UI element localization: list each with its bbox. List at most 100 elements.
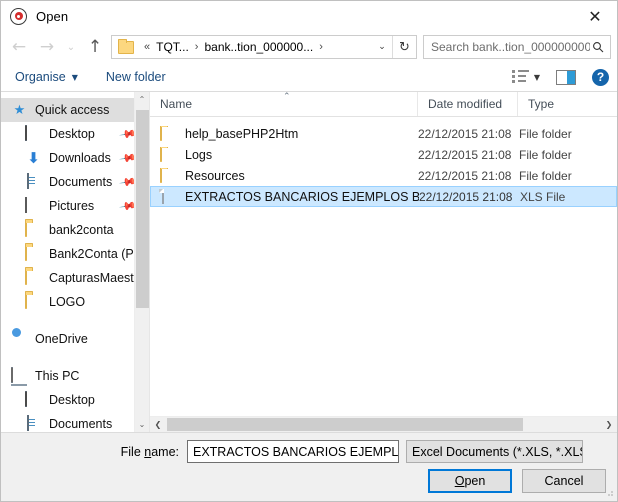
organise-label: Organise [15, 70, 66, 84]
download-icon-wrap: ⬇ [25, 149, 42, 167]
dialog-buttons: Open Cancel [1, 463, 617, 493]
folder-icon-wrap [160, 146, 177, 163]
recent-locations-icon[interactable]: ⌄ [61, 34, 81, 60]
sidebar-item-bank2conta-pla[interactable]: Bank2Conta (PLA [1, 242, 149, 266]
sidebar-item-capturasmaestro[interactable]: CapturasMaestro [1, 266, 149, 290]
file-date-cell: 22/12/2015 21:08 [419, 189, 513, 204]
folder-icon [160, 167, 162, 183]
filetype-dropdown[interactable]: Excel Documents (*.XLS, *.XLSX ⌄ [406, 440, 583, 463]
address-bar[interactable]: « TQT... › bank..tion_000000... › ⌄ ↻ [111, 35, 417, 59]
dialog-footer: File name: EXTRACTOS BANCARIOS EJEMPLOS … [1, 433, 617, 501]
help-icon[interactable]: ? [592, 68, 609, 86]
file-list-pane: Name Date modified Type ⌃ help_basePHP2H… [150, 92, 617, 432]
file-type-cell: File folder [519, 147, 572, 162]
file-list-hscrollbar[interactable]: ❮ ❯ [150, 416, 617, 432]
sidebar-item-label: Downloads [49, 151, 111, 165]
preview-pane-icon[interactable] [556, 69, 576, 85]
sidebar-scrollbar[interactable]: ⌃ ⌄ [134, 92, 149, 432]
organise-button[interactable]: Organise ▼ [15, 63, 78, 91]
folder-icon-wrap [160, 125, 177, 142]
table-row[interactable]: Resources 22/12/2015 21:08 File folder [150, 165, 617, 186]
forward-button[interactable]: → [33, 34, 61, 60]
sidebar-item-label: Pictures [49, 199, 95, 213]
file-type-cell: XLS File [520, 189, 566, 204]
sidebar-item-documents[interactable]: Documents [1, 412, 149, 432]
chevron-down-icon[interactable]: ▼ [534, 73, 540, 82]
breadcrumb-segment-2[interactable]: bank..tion_000000... [203, 36, 314, 58]
scroll-down-icon[interactable]: ⌄ [135, 417, 149, 432]
document-icon [27, 173, 29, 189]
sidebar-item-label: Desktop [49, 127, 95, 141]
table-row[interactable]: EXTRACTOS BANCARIOS EJEMPLOS Ban... 22/12… [150, 186, 617, 207]
sidebar-item-label: LOGO [49, 295, 86, 309]
sidebar-scroll-thumb[interactable] [136, 110, 149, 308]
file-rows: help_basePHP2Htm 22/12/2015 21:08 File fol… [150, 117, 617, 416]
sidebar-item-documents[interactable]: Documents 📌 [1, 170, 149, 194]
close-icon[interactable]: ✕ [573, 1, 617, 31]
download-icon: ⬇ [27, 149, 40, 167]
sidebar-item-logo[interactable]: LOGO [1, 290, 149, 314]
file-icon-wrap [160, 188, 177, 205]
cancel-button[interactable]: Cancel [522, 469, 606, 493]
document-icon-wrap [25, 173, 42, 190]
search-icon [590, 41, 606, 53]
filename-input[interactable]: EXTRACTOS BANCARIOS EJEMPLOS ⌄ [187, 440, 399, 463]
open-button[interactable]: Open [428, 469, 512, 493]
open-file-dialog: Open ✕ ← → ⌄ ↑ « TQT... › bank..tion_000… [0, 0, 618, 502]
table-row[interactable]: help_basePHP2Htm 22/12/2015 21:08 File fol… [150, 123, 617, 144]
hscroll-thumb[interactable] [167, 418, 523, 431]
folder-icon [160, 125, 162, 141]
sidebar-item-label: Documents [49, 417, 113, 431]
breadcrumb-overflow[interactable]: « [139, 36, 155, 58]
column-header-row: Name Date modified Type ⌃ [150, 92, 617, 117]
filename-label: File name: [120, 444, 179, 459]
folder-icon [25, 245, 27, 261]
column-header-type[interactable]: Type [518, 92, 617, 116]
sidebar-item-desktop[interactable]: Desktop [1, 388, 149, 412]
file-name-text: Logs [185, 147, 213, 162]
search-input[interactable]: Search bank..tion_0000000000... [423, 35, 611, 59]
refresh-icon[interactable]: ↻ [392, 36, 416, 58]
breadcrumb-separator-2[interactable]: › [314, 36, 328, 58]
chevron-down-icon[interactable]: ⌄ [372, 36, 392, 58]
folder-icon [160, 146, 162, 162]
sidebar-item-quick-access[interactable]: ★ Quick access [1, 98, 149, 122]
table-row[interactable]: Logs 22/12/2015 21:08 File folder [150, 144, 617, 165]
sidebar-item-downloads[interactable]: ⬇ Downloads 📌 [1, 146, 149, 170]
scroll-right-icon[interactable]: ❯ [601, 417, 617, 432]
view-layout-icon[interactable] [511, 69, 531, 85]
sidebar-item-label: CapturasMaestro [49, 271, 145, 285]
sidebar-item-bank2conta[interactable]: bank2conta [1, 218, 149, 242]
dialog-title: Open [36, 8, 69, 24]
folder-icon-wrap [25, 221, 42, 238]
sidebar-item-label: OneDrive [35, 332, 88, 346]
desktop-icon-wrap [25, 125, 42, 142]
breadcrumb-segment-1[interactable]: TQT... [155, 36, 190, 58]
scroll-up-icon[interactable]: ⌃ [135, 92, 149, 107]
pictures-icon-wrap [25, 197, 42, 214]
toolbar-right-group: ▼ ? [511, 68, 609, 86]
folder-icon [25, 293, 27, 309]
navigation-bar: ← → ⌄ ↑ « TQT... › bank..tion_000000... … [1, 31, 617, 63]
folder-icon [118, 38, 134, 54]
desktop-icon [25, 125, 27, 141]
folder-icon-wrap [25, 245, 42, 262]
sidebar-list: ★ Quick access Desktop 📌 ⬇ Downloads 📌 Document… [1, 92, 149, 432]
filetype-value: Excel Documents (*.XLS, *.XLSX [412, 444, 583, 459]
file-date-cell: 22/12/2015 21:08 [418, 126, 512, 141]
breadcrumb-separator-1[interactable]: › [190, 36, 204, 58]
up-button[interactable]: ↑ [81, 34, 109, 60]
sidebar-item-this-pc[interactable]: This PC [1, 364, 149, 388]
sidebar-item-onedrive[interactable]: OneDrive [1, 327, 149, 351]
search-placeholder: Search bank..tion_0000000000... [431, 40, 590, 54]
column-header-date[interactable]: Date modified [418, 92, 518, 116]
sidebar-item-pictures[interactable]: Pictures 📌 [1, 194, 149, 218]
sidebar-item-desktop[interactable]: Desktop 📌 [1, 122, 149, 146]
new-folder-button[interactable]: New folder [106, 63, 166, 91]
chevron-down-icon: ▼ [71, 72, 78, 82]
back-button[interactable]: ← [5, 34, 33, 60]
scroll-left-icon[interactable]: ❮ [150, 417, 166, 432]
resize-grip[interactable] [605, 490, 614, 499]
pc-icon [11, 367, 13, 383]
